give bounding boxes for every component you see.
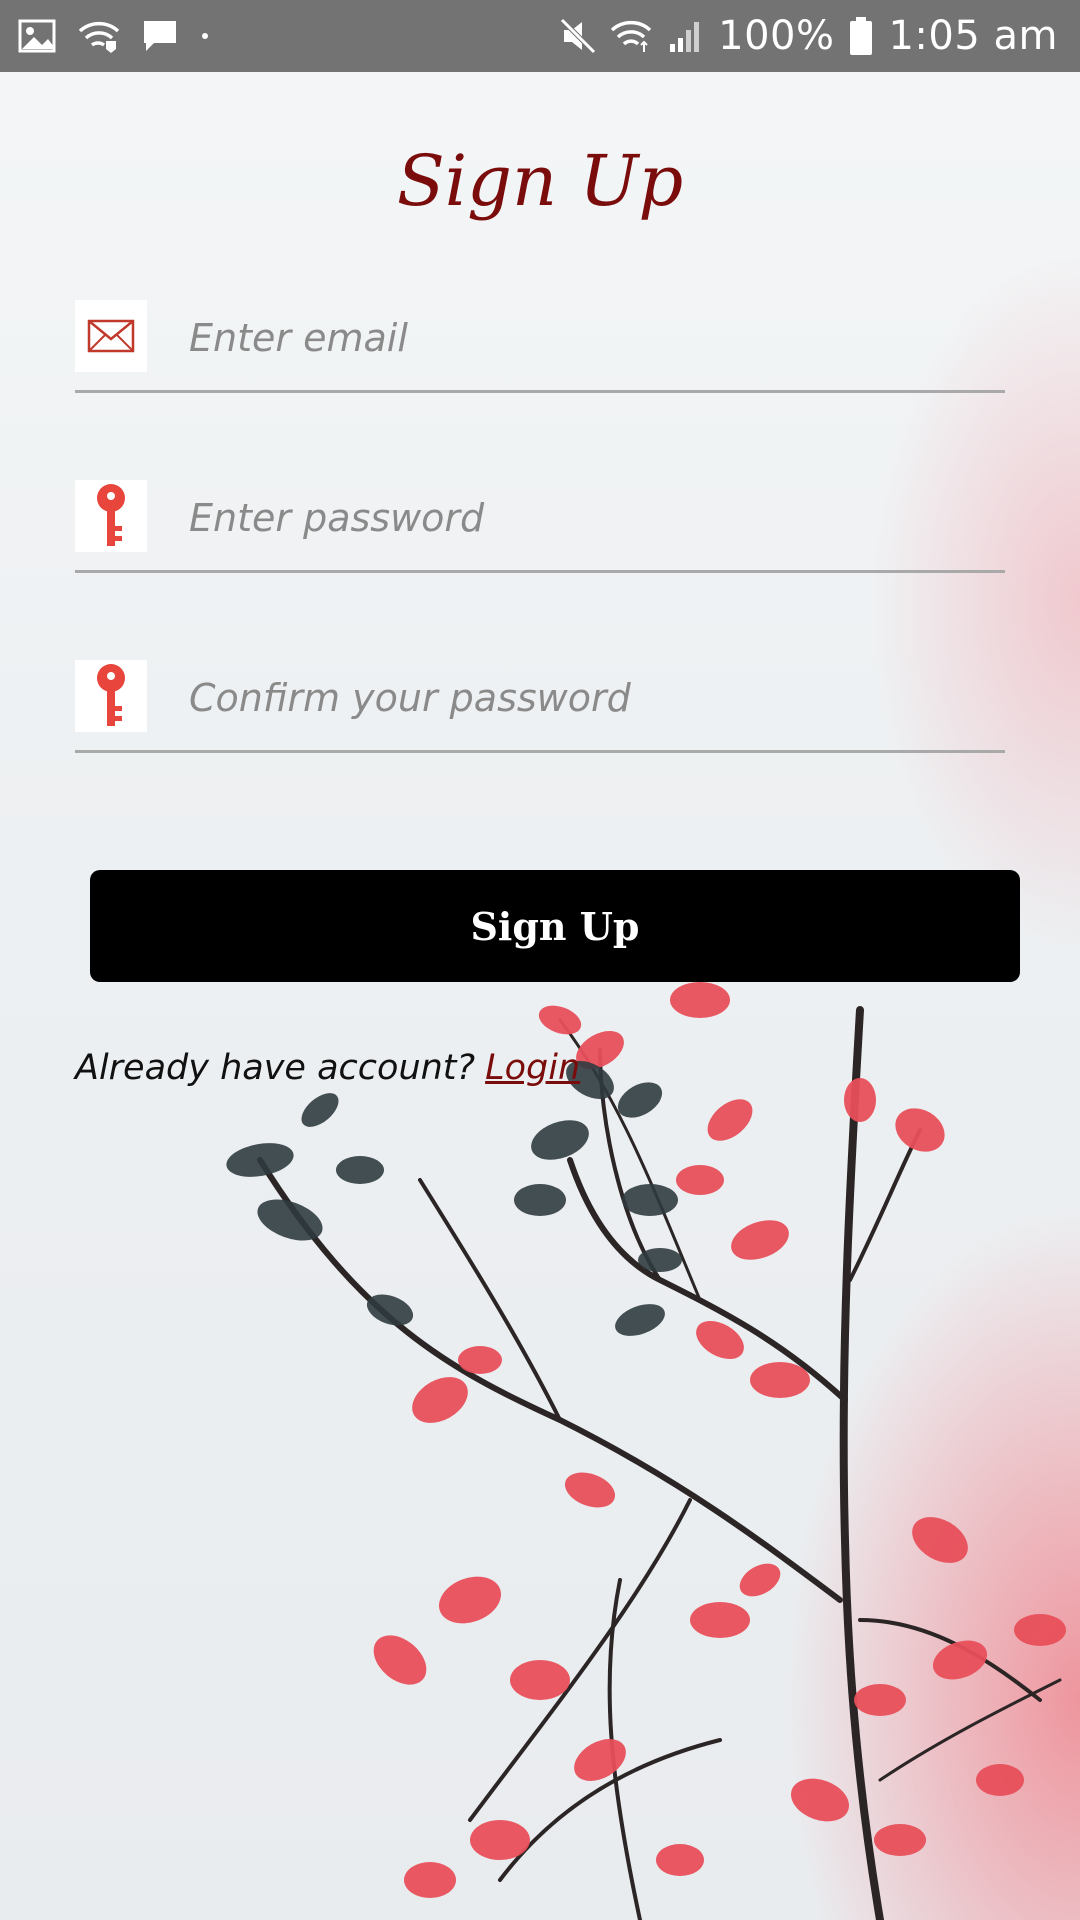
login-prompt: Already have account? Login — [75, 1048, 580, 1088]
password-field — [75, 480, 1005, 573]
login-prompt-text: Already have account? — [75, 1048, 476, 1088]
confirm-password-icon-box — [75, 660, 147, 732]
email-input[interactable] — [187, 304, 991, 372]
email-field — [75, 300, 1005, 393]
key-icon — [97, 664, 125, 726]
password-icon-box — [75, 480, 147, 552]
key-icon — [97, 484, 125, 546]
message-icon — [144, 21, 176, 51]
notification-dot-icon — [202, 33, 208, 39]
wifi-icon — [610, 20, 652, 52]
email-icon — [87, 319, 135, 353]
page-title: Sign Up — [396, 140, 684, 222]
wifi-secure-icon — [78, 21, 120, 53]
battery-percent: 100% — [718, 13, 835, 59]
login-link[interactable]: Login — [485, 1048, 580, 1088]
confirm-password-field — [75, 660, 1005, 753]
gallery-icon — [18, 19, 56, 53]
battery-icon — [850, 17, 873, 55]
confirm-password-input[interactable] — [187, 664, 991, 732]
floral-branch-decoration — [226, 982, 1066, 1920]
clock: 1:05 am — [888, 13, 1058, 59]
status-right-icons: 100% 1:05 am — [560, 10, 1058, 62]
email-icon-box — [75, 300, 147, 372]
signal-icon — [670, 22, 700, 52]
status-left-icons — [18, 14, 210, 58]
status-bar: 100% 1:05 am — [0, 0, 1080, 72]
sign-up-button[interactable]: Sign Up — [90, 870, 1020, 982]
password-input[interactable] — [187, 484, 991, 552]
mute-icon — [560, 18, 596, 54]
